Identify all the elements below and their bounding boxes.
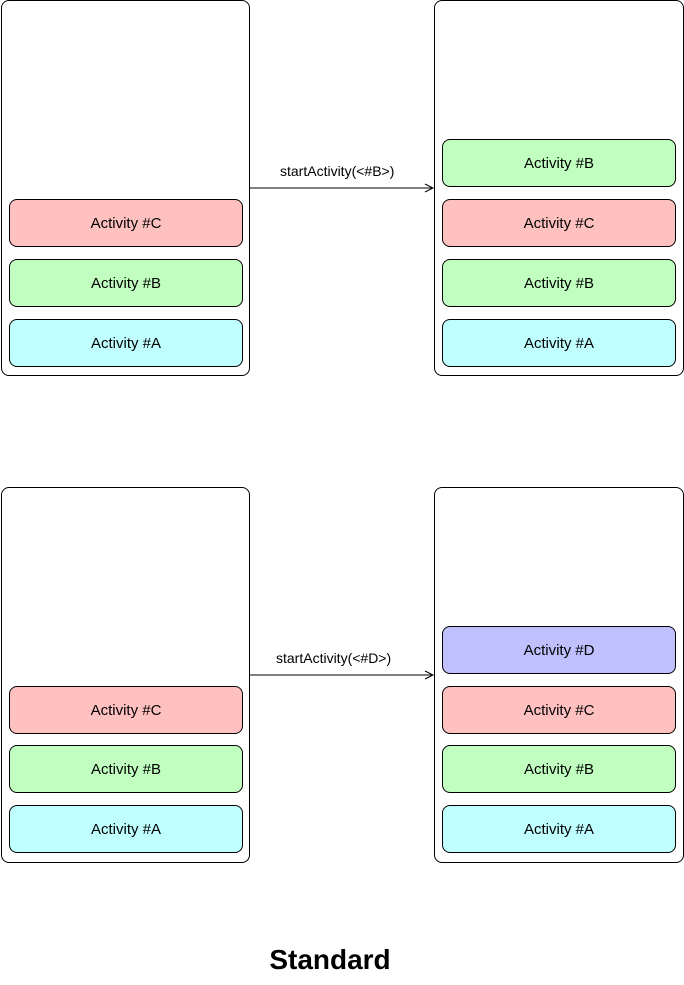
activity-box: Activity #C — [9, 686, 243, 734]
activity-label: Activity #B — [523, 154, 595, 172]
transition-arrow — [249, 183, 435, 193]
task-stack-before-1: Activity #C Activity #B Activity #A — [1, 0, 250, 376]
activity-box: Activity #D — [442, 626, 676, 674]
transition-arrow — [249, 670, 435, 680]
task-stack-after-1: Activity #B Activity #C Activity #B Acti… — [434, 0, 684, 376]
activity-label: Activity #B — [90, 760, 162, 778]
activity-label: Activity #C — [90, 701, 162, 719]
transition-label: startActivity(<#B>) — [280, 163, 395, 179]
activity-box: Activity #A — [442, 319, 676, 367]
activity-label: Activity #B — [523, 760, 595, 778]
activity-box: Activity #A — [9, 805, 243, 853]
task-stack-after-2: Activity #D Activity #C Activity #B Acti… — [434, 487, 684, 863]
activity-box: Activity #B — [442, 139, 676, 187]
activity-label: Activity #C — [523, 214, 595, 232]
activity-box: Activity #B — [442, 259, 676, 307]
activity-label: Activity #A — [523, 334, 595, 352]
activity-box: Activity #B — [9, 745, 243, 793]
activity-label: Activity #C — [523, 701, 595, 719]
activity-label: Activity #D — [523, 641, 595, 659]
activity-box: Activity #A — [9, 319, 243, 367]
activity-label: Activity #A — [90, 820, 162, 838]
activity-label: Activity #A — [90, 334, 162, 352]
activity-box: Activity #A — [442, 805, 676, 853]
activity-box: Activity #C — [442, 199, 676, 247]
activity-box: Activity #C — [9, 199, 243, 247]
activity-label: Activity #B — [90, 274, 162, 292]
activity-box: Activity #B — [9, 259, 243, 307]
task-stack-before-2: Activity #C Activity #B Activity #A — [1, 487, 250, 863]
activity-box: Activity #B — [442, 745, 676, 793]
activity-label: Activity #C — [90, 214, 162, 232]
activity-box: Activity #C — [442, 686, 676, 734]
transition-label: startActivity(<#D>) — [276, 650, 392, 666]
diagram-title: Standard — [269, 944, 391, 975]
activity-label: Activity #A — [523, 820, 595, 838]
activity-label: Activity #B — [523, 274, 595, 292]
